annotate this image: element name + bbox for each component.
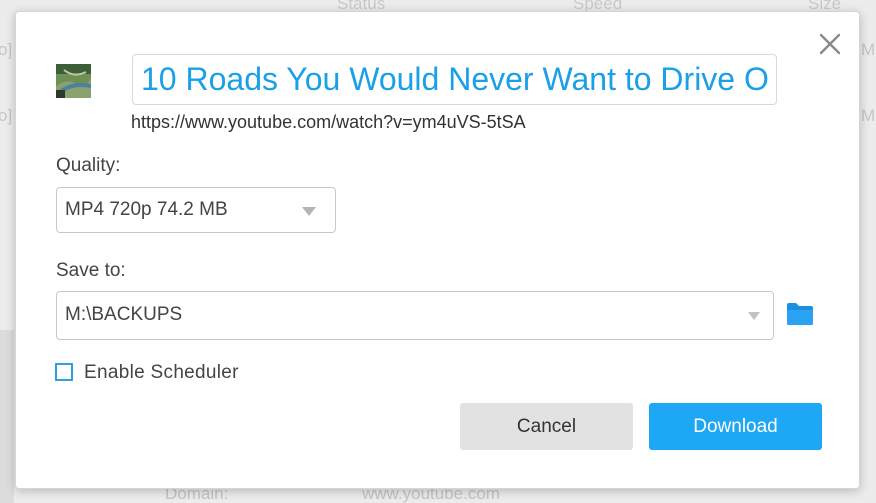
browse-folder-button[interactable] (786, 302, 814, 326)
quality-selected-value: MP4 720p 74.2 MB (65, 199, 228, 220)
enable-scheduler-label[interactable]: Enable Scheduler (84, 362, 239, 384)
download-dialog: https://www.youtube.com/watch?v=ym4uVS-5… (15, 11, 860, 489)
background-side-panel (0, 330, 14, 503)
close-icon (819, 33, 841, 55)
save-to-select[interactable]: M:\BACKUPS (56, 291, 774, 340)
row-edge-right: MB (861, 40, 876, 59)
quality-label: Quality: (56, 155, 121, 176)
cancel-button[interactable]: Cancel (460, 403, 633, 450)
chevron-down-icon (748, 312, 760, 320)
quality-select[interactable]: MP4 720p 74.2 MB (56, 187, 336, 233)
video-title-input[interactable] (132, 54, 777, 105)
enable-scheduler-checkbox[interactable] (55, 363, 73, 381)
close-button[interactable] (817, 31, 843, 57)
video-url: https://www.youtube.com/watch?v=ym4uVS-5… (131, 112, 526, 132)
chevron-down-icon (302, 207, 316, 216)
save-to-label: Save to: (56, 260, 126, 281)
video-thumbnail (56, 64, 91, 98)
folder-icon (787, 303, 813, 325)
row-edge-right: MB (861, 106, 876, 125)
download-button[interactable]: Download (649, 403, 822, 450)
row-edge-left: o] (0, 40, 13, 59)
save-to-path-value: M:\BACKUPS (65, 304, 183, 325)
row-edge-left: o] (0, 106, 13, 125)
